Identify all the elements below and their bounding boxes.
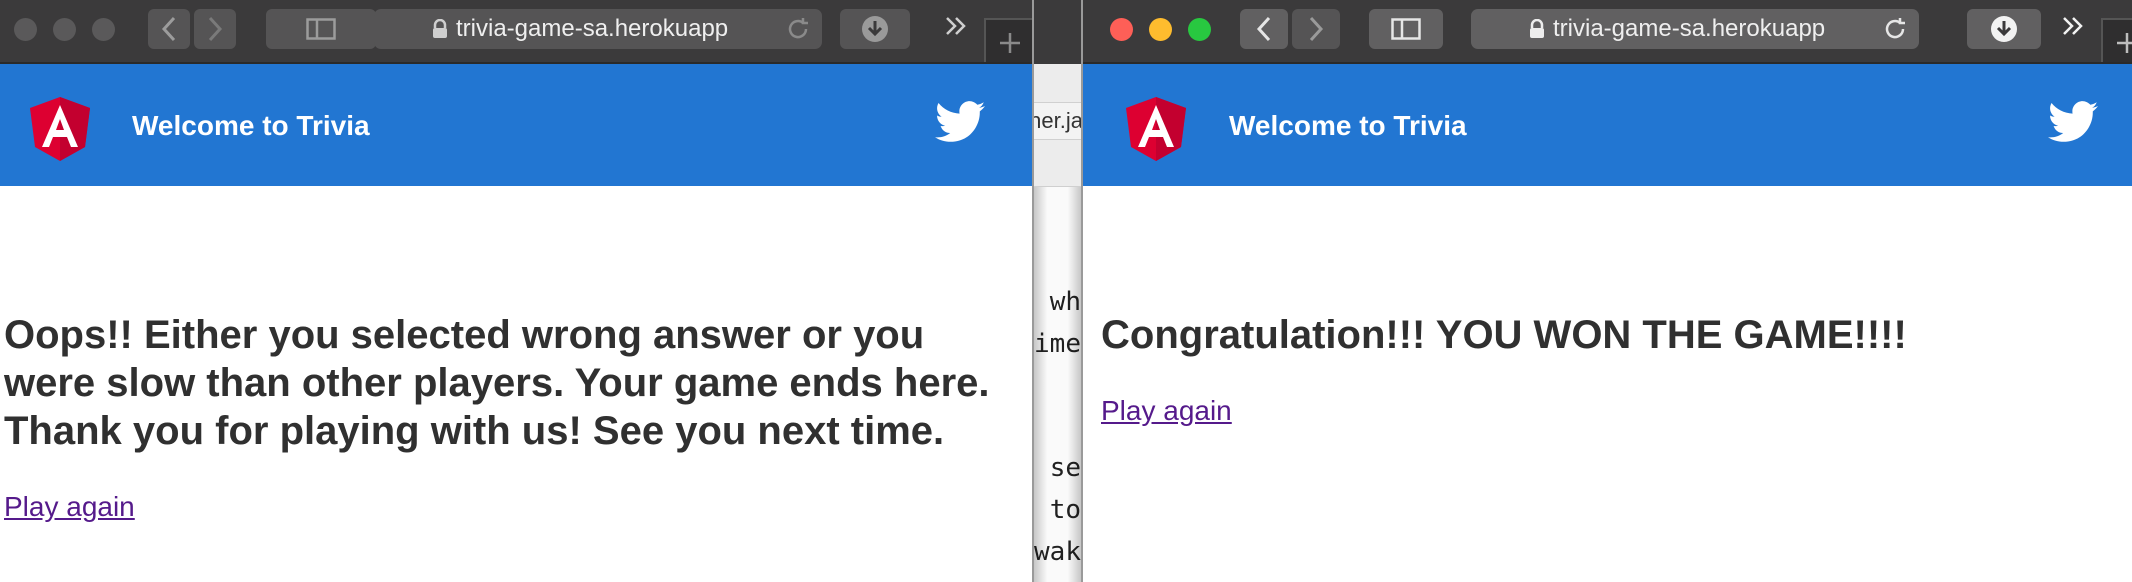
close-window-button[interactable] — [1110, 18, 1133, 41]
background-tab[interactable]: her.ja — [1032, 102, 1083, 140]
close-window-button[interactable] — [14, 18, 37, 41]
lock-icon — [1530, 19, 1544, 38]
minimize-window-button[interactable] — [53, 18, 76, 41]
downloads-button[interactable] — [1967, 9, 2041, 49]
browser-toolbar: trivia-game-sa.herokuapp — [1083, 0, 2132, 66]
browser-window-left: trivia-game-sa.herokuapp Welcome to Triv… — [0, 0, 1032, 582]
lock-icon — [433, 19, 447, 38]
message-line: were slow than other players. Your game … — [4, 361, 990, 405]
chevron-left-icon — [161, 16, 176, 42]
download-icon — [1991, 16, 2017, 42]
background-tab-label: her.ja — [1032, 108, 1083, 133]
forward-button[interactable] — [1292, 9, 1340, 49]
plus-icon — [2117, 33, 2132, 53]
minimize-window-button[interactable] — [1149, 18, 1172, 41]
header-title: Welcome to Trivia — [132, 110, 370, 141]
plus-icon — [1000, 33, 1020, 53]
message-line: Oops!! Either you selected wrong answer … — [4, 313, 925, 357]
sidebar-button[interactable] — [266, 9, 376, 49]
back-button[interactable] — [148, 9, 190, 49]
back-button[interactable] — [1240, 9, 1288, 49]
sidebar-icon — [306, 18, 336, 40]
play-again-link[interactable]: Play again — [4, 490, 135, 524]
address-bar[interactable]: trivia-game-sa.herokuapp — [1471, 9, 1919, 49]
new-tab-button[interactable] — [2101, 18, 2132, 66]
sidebar-icon — [1391, 18, 1421, 40]
url-text: trivia-game-sa.herokuapp — [1553, 15, 1826, 42]
win-message: Congratulation!!! YOU WON THE GAME!!!! — [1101, 313, 1907, 357]
zoom-window-button[interactable] — [92, 18, 115, 41]
angular-logo-icon[interactable] — [30, 97, 90, 161]
address-bar[interactable]: trivia-game-sa.herokuapp — [374, 9, 822, 49]
window-shadow — [1032, 187, 1083, 582]
twitter-icon[interactable] — [2048, 101, 2098, 143]
url-text: trivia-game-sa.herokuapp — [456, 15, 729, 42]
chevron-right-icon — [1309, 16, 1324, 42]
sidebar-button[interactable] — [1369, 9, 1443, 49]
downloads-button[interactable] — [840, 9, 910, 49]
double-chevron-icon[interactable] — [2061, 14, 2085, 38]
angular-logo-icon[interactable] — [1126, 97, 1186, 161]
browser-window-right: trivia-game-sa.herokuapp Welcome to Triv… — [1083, 0, 2132, 582]
background-toolbar — [1032, 0, 1083, 64]
double-chevron-icon[interactable] — [944, 14, 968, 38]
twitter-icon[interactable] — [935, 101, 985, 143]
chevron-right-icon — [208, 16, 223, 42]
chevron-left-icon — [1256, 16, 1271, 42]
window-edge — [1032, 0, 1034, 582]
download-icon — [862, 16, 888, 42]
play-again-link[interactable]: Play again — [1101, 394, 1232, 428]
message-line: Thank you for playing with us! See you n… — [4, 409, 945, 453]
forward-button[interactable] — [194, 9, 236, 49]
header-title: Welcome to Trivia — [1229, 110, 1467, 141]
background-window-sliver: her.ja wh ime se to wak — [1032, 0, 1083, 582]
reload-icon[interactable] — [786, 17, 810, 41]
browser-toolbar: trivia-game-sa.herokuapp — [0, 0, 1032, 66]
new-tab-button[interactable] — [984, 18, 1032, 66]
reload-icon[interactable] — [1883, 17, 1907, 41]
zoom-window-button[interactable] — [1188, 18, 1211, 41]
